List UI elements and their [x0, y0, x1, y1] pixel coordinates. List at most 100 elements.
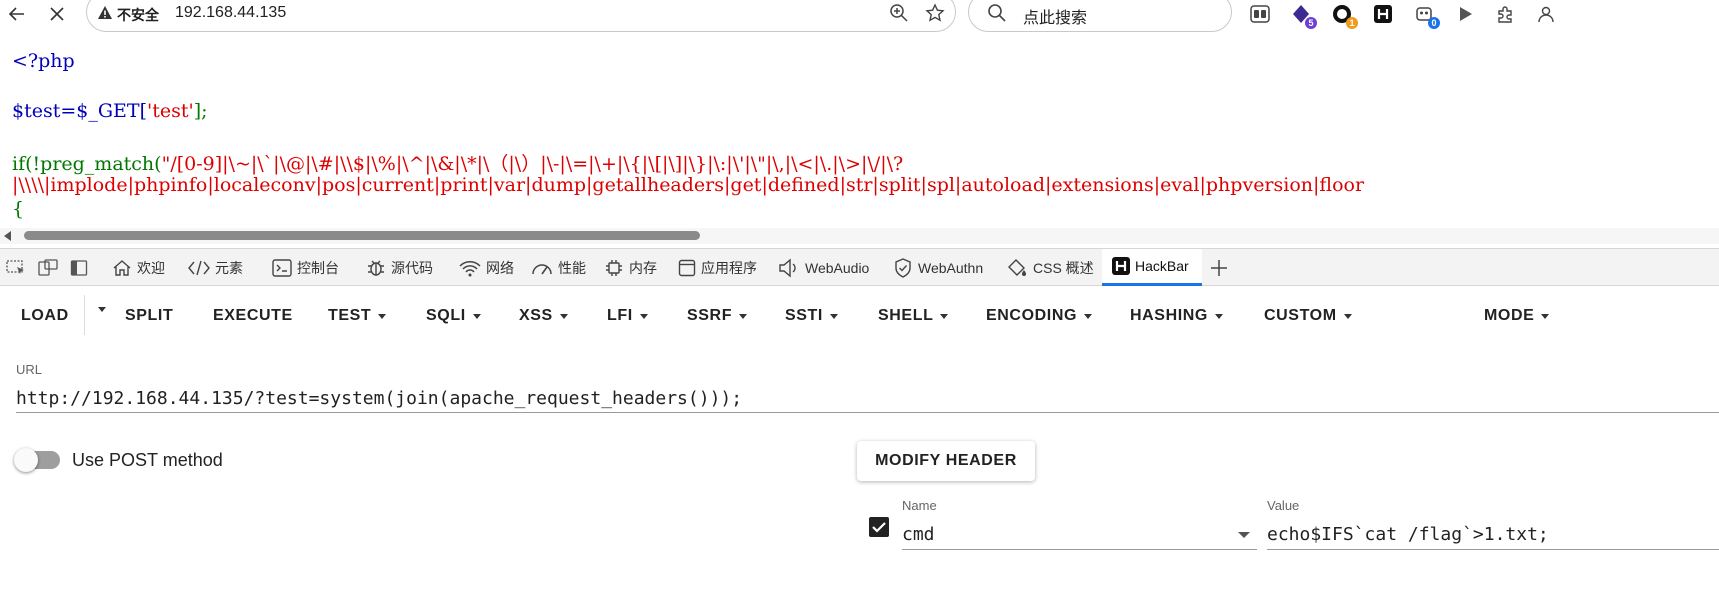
- profile-icon: [1538, 6, 1554, 23]
- menu-label: SQLI: [426, 307, 466, 324]
- ssrf-menu[interactable]: SSRF: [687, 307, 748, 325]
- code-brackets-icon: [188, 260, 210, 275]
- test-menu[interactable]: TEST: [328, 307, 387, 325]
- post-method-toggle[interactable]: [14, 448, 60, 472]
- tab-network[interactable]: 网络: [459, 249, 514, 286]
- plus-icon: [1211, 259, 1227, 276]
- device-emulation-button[interactable]: [38, 249, 63, 286]
- hashing-menu[interactable]: HASHING: [1130, 307, 1223, 325]
- tab-label: 内存: [629, 259, 657, 276]
- address-bar[interactable]: 不安全 192.168.44.135: [86, 0, 956, 32]
- scrollbar-thumb[interactable]: [24, 231, 700, 240]
- add-tab-button[interactable]: [1210, 249, 1233, 286]
- play-extension[interactable]: [1453, 3, 1477, 25]
- chevron-down-icon: [1084, 313, 1093, 319]
- chevron-down-icon: [1214, 313, 1223, 319]
- url-label: URL: [16, 362, 43, 377]
- stop-button[interactable]: [44, 2, 70, 26]
- split-button[interactable]: SPLIT: [125, 307, 173, 325]
- url-input[interactable]: [16, 385, 1719, 413]
- hackbar-logo-icon: [1374, 5, 1392, 23]
- tab-webauthn[interactable]: WebAuthn: [893, 249, 983, 286]
- collections-extension[interactable]: [1248, 3, 1272, 25]
- checkmark-icon: [872, 522, 886, 533]
- menu-label: TEST: [328, 307, 372, 324]
- chevron-down-icon: [98, 307, 106, 312]
- tab-welcome[interactable]: 欢迎: [112, 249, 165, 286]
- lfi-menu[interactable]: LFI: [607, 307, 648, 325]
- header-name-input[interactable]: [902, 520, 1257, 550]
- tab-performance[interactable]: 性能: [531, 249, 586, 286]
- encoding-menu[interactable]: ENCODING: [986, 307, 1093, 325]
- xss-menu[interactable]: XSS: [519, 307, 568, 325]
- application-window-icon: [678, 259, 696, 276]
- extension-3[interactable]: 0: [1412, 3, 1440, 29]
- chevron-down-icon: [559, 313, 568, 319]
- custom-menu[interactable]: CUSTOM: [1264, 307, 1352, 325]
- header-value-label: Value: [1267, 498, 1300, 513]
- inspect-element-button[interactable]: [6, 249, 31, 286]
- tab-css-overview[interactable]: CSS 概述: [1006, 249, 1094, 286]
- shell-menu[interactable]: SHELL: [878, 307, 949, 325]
- source-keyword: if(!preg_match(: [12, 153, 162, 175]
- bug-icon: [368, 260, 384, 276]
- source-punct: ];: [193, 100, 208, 122]
- ssti-menu[interactable]: SSTI: [785, 307, 838, 325]
- shield-check-icon: [895, 257, 911, 278]
- menu-label: SSTI: [785, 307, 823, 324]
- menu-label: MODE: [1484, 307, 1535, 324]
- search-box[interactable]: 点此搜索: [968, 0, 1232, 32]
- extensions-menu[interactable]: [1494, 3, 1518, 25]
- tab-console[interactable]: 控制台: [272, 249, 339, 286]
- scroll-left-icon[interactable]: [4, 231, 11, 241]
- tab-label: 应用程序: [701, 259, 757, 276]
- execute-button[interactable]: EXECUTE: [213, 307, 293, 325]
- load-button[interactable]: LOAD: [21, 307, 69, 325]
- tab-label: 控制台: [297, 259, 339, 276]
- source-var: $test=$_GET[: [12, 100, 147, 122]
- chevron-down-icon: [1343, 313, 1352, 319]
- hackbar-extension[interactable]: [1371, 3, 1395, 25]
- hackbar-logo-icon: [1112, 257, 1130, 275]
- load-dropdown-button[interactable]: [91, 307, 106, 312]
- tab-sources[interactable]: 源代码: [366, 249, 433, 286]
- tab-hackbar[interactable]: HackBar: [1102, 249, 1202, 286]
- header-value-input[interactable]: [1267, 520, 1719, 550]
- tab-webaudio[interactable]: WebAudio: [778, 249, 869, 286]
- chevron-down-icon: [639, 313, 648, 319]
- back-button[interactable]: [4, 2, 30, 26]
- menu-label: EXECUTE: [213, 307, 293, 324]
- toggle-knob[interactable]: [14, 448, 38, 472]
- menu-label: SHELL: [878, 307, 934, 324]
- hackbar-panel: LOAD SPLIT EXECUTE TEST SQLI XSS LFI SSR…: [0, 287, 1719, 616]
- chevron-down-icon: [940, 313, 949, 319]
- extension-2[interactable]: 1: [1330, 3, 1358, 29]
- favorite-star-icon[interactable]: [925, 3, 945, 23]
- menu-label: HASHING: [1130, 307, 1208, 324]
- menu-label: SPLIT: [125, 307, 174, 324]
- dock-side-button[interactable]: [70, 249, 93, 286]
- chevron-down-icon: [829, 313, 838, 319]
- horizontal-scrollbar[interactable]: [0, 228, 1719, 244]
- extension-1[interactable]: 5: [1289, 3, 1317, 29]
- security-label[interactable]: 不安全: [117, 5, 159, 25]
- tab-label: 源代码: [391, 259, 433, 276]
- tab-memory[interactable]: 内存: [604, 249, 657, 286]
- tab-application[interactable]: 应用程序: [678, 249, 757, 286]
- chevron-down-icon: [472, 313, 481, 319]
- extension-badge: 1: [1346, 17, 1358, 29]
- chevron-down-icon[interactable]: [1238, 532, 1250, 538]
- menu-divider: [84, 295, 85, 335]
- mode-menu[interactable]: MODE: [1484, 307, 1550, 325]
- device-icon: [38, 258, 58, 276]
- address-text[interactable]: 192.168.44.135: [175, 4, 286, 22]
- header-name-label: Name: [902, 498, 937, 513]
- browser-toolbar: 不安全 192.168.44.135 点此搜索 5 1 0: [0, 0, 1719, 32]
- tab-elements[interactable]: 元素: [188, 249, 243, 286]
- profile-button[interactable]: [1534, 3, 1558, 25]
- source-regex: "/[0-9]|\~|\`|\@|\#|\\$|\%|\^|\&|\*|\（|\…: [161, 153, 904, 175]
- header-enabled-checkbox[interactable]: [869, 517, 889, 537]
- sqli-menu[interactable]: SQLI: [426, 307, 481, 325]
- zoom-icon[interactable]: [889, 3, 909, 23]
- modify-header-button[interactable]: MODIFY HEADER: [857, 441, 1035, 481]
